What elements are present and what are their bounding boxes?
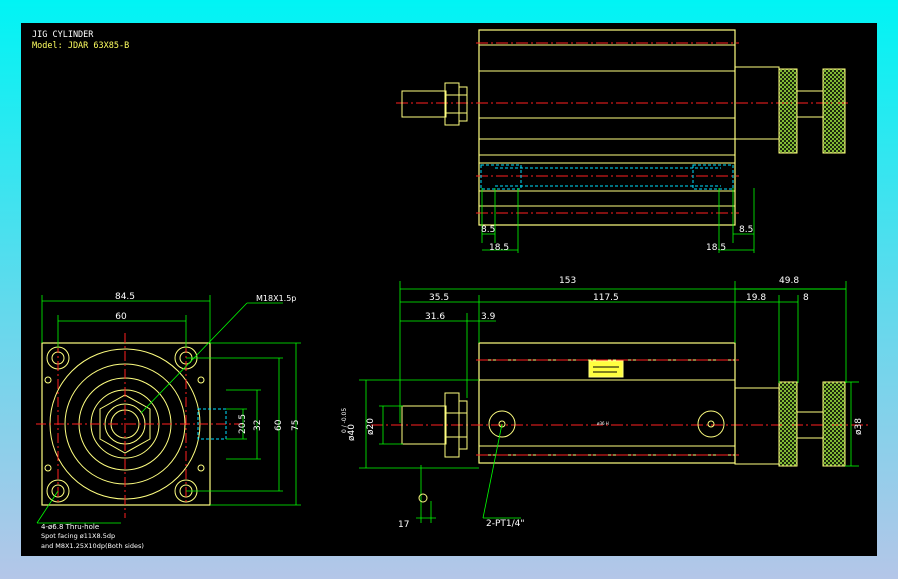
dim-rear-b: 8 — [803, 293, 809, 303]
dim-end-width: 84.5 — [115, 292, 135, 302]
dim-front-b: 3.9 — [481, 312, 496, 322]
front-view: 153 49.8 35.5 117.5 19.8 8 31.6 3.9 ø20 … — [341, 276, 871, 530]
dim-port-note: 2-PT1/4" — [486, 519, 525, 529]
dim-body-length: 117.5 — [593, 293, 619, 303]
dim-top-port-c: 18.5 — [706, 243, 726, 253]
drawing-svg: 8.5 18.5 18.5 8.5 153 49.8 35.5 117.5 19… — [36, 29, 871, 550]
dim-center-mark: ø36 H — [597, 421, 609, 426]
dim-boss-tol: 0 / -0.05 — [341, 408, 348, 433]
dim-front-step: 17 — [398, 520, 409, 530]
note-mount-hole: 4-ø6.8 Thru-hole — [41, 523, 99, 531]
dim-rear-a: 19.8 — [746, 293, 766, 303]
cad-drawing-canvas[interactable]: JIG CYLINDER Model: JDAR 63X85-B 8.5 18.… — [21, 23, 877, 556]
dim-bolt-pitch: 60 — [115, 312, 127, 322]
dim-overall-length: 153 — [559, 276, 576, 286]
dim-top-port-b: 18.5 — [489, 243, 509, 253]
dim-front-length: 35.5 — [429, 293, 449, 303]
top-body-outline — [478, 29, 736, 226]
dim-front-a: 31.6 — [425, 312, 445, 322]
dim-top-port-d: 8.5 — [739, 225, 753, 235]
top-view: 8.5 18.5 18.5 8.5 — [396, 29, 851, 253]
dim-rod-dia: ø20 — [366, 418, 376, 435]
dim-end-height: 75 — [291, 420, 301, 431]
dim-top-port-a: 8.5 — [481, 225, 495, 235]
dim-port-pitch: 32 — [253, 420, 263, 431]
dim-port-height: 20.5 — [238, 414, 248, 434]
dim-thread: M18X1.5p — [256, 294, 296, 303]
dim-rod-extension: 49.8 — [779, 276, 799, 286]
note-tap: and M8X1.25X10dp(Both sides) — [41, 542, 144, 550]
dim-boss-dia: ø40 — [347, 424, 357, 441]
note-spot-facing: Spot facing ø11X8.5dp — [41, 532, 115, 540]
dim-bolt-pitch-v: 60 — [274, 419, 284, 431]
dim-knob-dia: ø38 — [854, 418, 864, 435]
end-view: 84.5 60 M18X1.5p 20.5 32 60 75 4-ø6.8 Th… — [36, 292, 301, 550]
